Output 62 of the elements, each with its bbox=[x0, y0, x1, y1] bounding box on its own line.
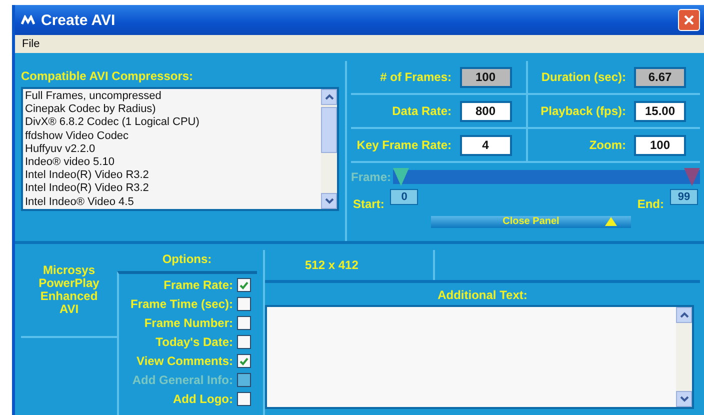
list-item[interactable]: Cinepak Codec by Radius) bbox=[25, 103, 319, 116]
option-label: Today's Date: bbox=[156, 335, 233, 349]
close-button[interactable] bbox=[678, 9, 700, 31]
option-label: Add Logo: bbox=[173, 392, 233, 406]
list-item[interactable]: Intel Indeo® Video 4.5 bbox=[25, 196, 319, 209]
end-label: End: bbox=[637, 197, 664, 211]
option-label: Frame Time (sec): bbox=[130, 297, 233, 311]
value-field[interactable]: 15.00 bbox=[634, 100, 686, 122]
value-field: 6.67 bbox=[634, 66, 686, 88]
option-label: Frame Rate: bbox=[164, 278, 233, 292]
section-heading: Compatible AVI Compressors: bbox=[21, 69, 194, 83]
checkbox[interactable] bbox=[237, 297, 251, 311]
scroll-thumb[interactable] bbox=[321, 107, 337, 153]
scroll-down-button[interactable] bbox=[676, 391, 692, 407]
option-label: Frame Number: bbox=[144, 316, 233, 330]
scroll-up-button[interactable] bbox=[676, 307, 692, 323]
chevron-up-icon bbox=[324, 94, 334, 100]
checkbox[interactable] bbox=[237, 316, 251, 330]
menu-item[interactable]: File bbox=[19, 38, 43, 50]
list-item[interactable]: Full Frames, uncompressed bbox=[25, 90, 319, 104]
close-icon bbox=[683, 14, 695, 26]
value-field[interactable]: 4 bbox=[460, 134, 512, 156]
field-label: # of Frames: bbox=[380, 70, 452, 84]
app-logo-icon bbox=[21, 15, 35, 25]
brand-text: Microsys PowerPlay Enhanced AVI bbox=[38, 264, 100, 318]
chevron-down-icon bbox=[324, 198, 334, 204]
additional-text-area[interactable] bbox=[265, 305, 694, 409]
field-label: Data Rate: bbox=[392, 104, 452, 118]
chevron-up-icon bbox=[680, 312, 688, 318]
scrollbar[interactable] bbox=[676, 307, 692, 407]
option-label: View Comments: bbox=[136, 354, 233, 368]
additional-text-label: Additional Text: bbox=[438, 288, 528, 302]
list-item[interactable]: DivX® 6.8.2 Codec (1 Logical CPU) bbox=[25, 116, 319, 130]
checkbox[interactable] bbox=[237, 354, 251, 368]
frame-label: Frame: bbox=[351, 170, 392, 184]
value-field: 100 bbox=[460, 66, 512, 88]
field-label: Playback (fps): bbox=[540, 104, 626, 118]
scroll-down-button[interactable] bbox=[321, 193, 337, 209]
resolution-text: 512 x 412 bbox=[305, 258, 358, 272]
list-item[interactable]: Intel Indeo(R) Video R3.2 bbox=[25, 182, 319, 196]
field-label: Duration (sec): bbox=[541, 70, 626, 84]
triangle-up-icon bbox=[605, 217, 617, 226]
value-field[interactable]: 100 bbox=[634, 134, 686, 156]
list-item[interactable]: Intel Indeo(R) Video R3.2 bbox=[25, 169, 319, 182]
field-label: Zoom: bbox=[589, 138, 626, 152]
list-item[interactable]: Indeo® video 5.10 bbox=[25, 156, 319, 170]
field-label: Key Frame Rate: bbox=[356, 138, 452, 152]
chevron-down-icon bbox=[680, 396, 688, 402]
options-heading: Options: bbox=[162, 252, 212, 266]
scroll-up-button[interactable] bbox=[321, 89, 337, 105]
option-label: Add General Info: bbox=[132, 373, 233, 387]
window-title: Create AVI bbox=[41, 12, 116, 28]
checkbox[interactable] bbox=[237, 335, 251, 349]
start-value: 0 bbox=[390, 189, 418, 205]
scrollbar[interactable] bbox=[321, 89, 337, 209]
value-field[interactable]: 800 bbox=[460, 100, 512, 122]
list-item[interactable]: ffdshow Video Codec bbox=[25, 130, 319, 143]
checkbox[interactable] bbox=[237, 278, 251, 292]
end-value: 99 bbox=[670, 189, 698, 205]
checkbox[interactable] bbox=[237, 392, 251, 406]
list-item[interactable]: Huffyuv v2.2.0 bbox=[25, 142, 319, 156]
start-label: Start: bbox=[353, 197, 384, 211]
